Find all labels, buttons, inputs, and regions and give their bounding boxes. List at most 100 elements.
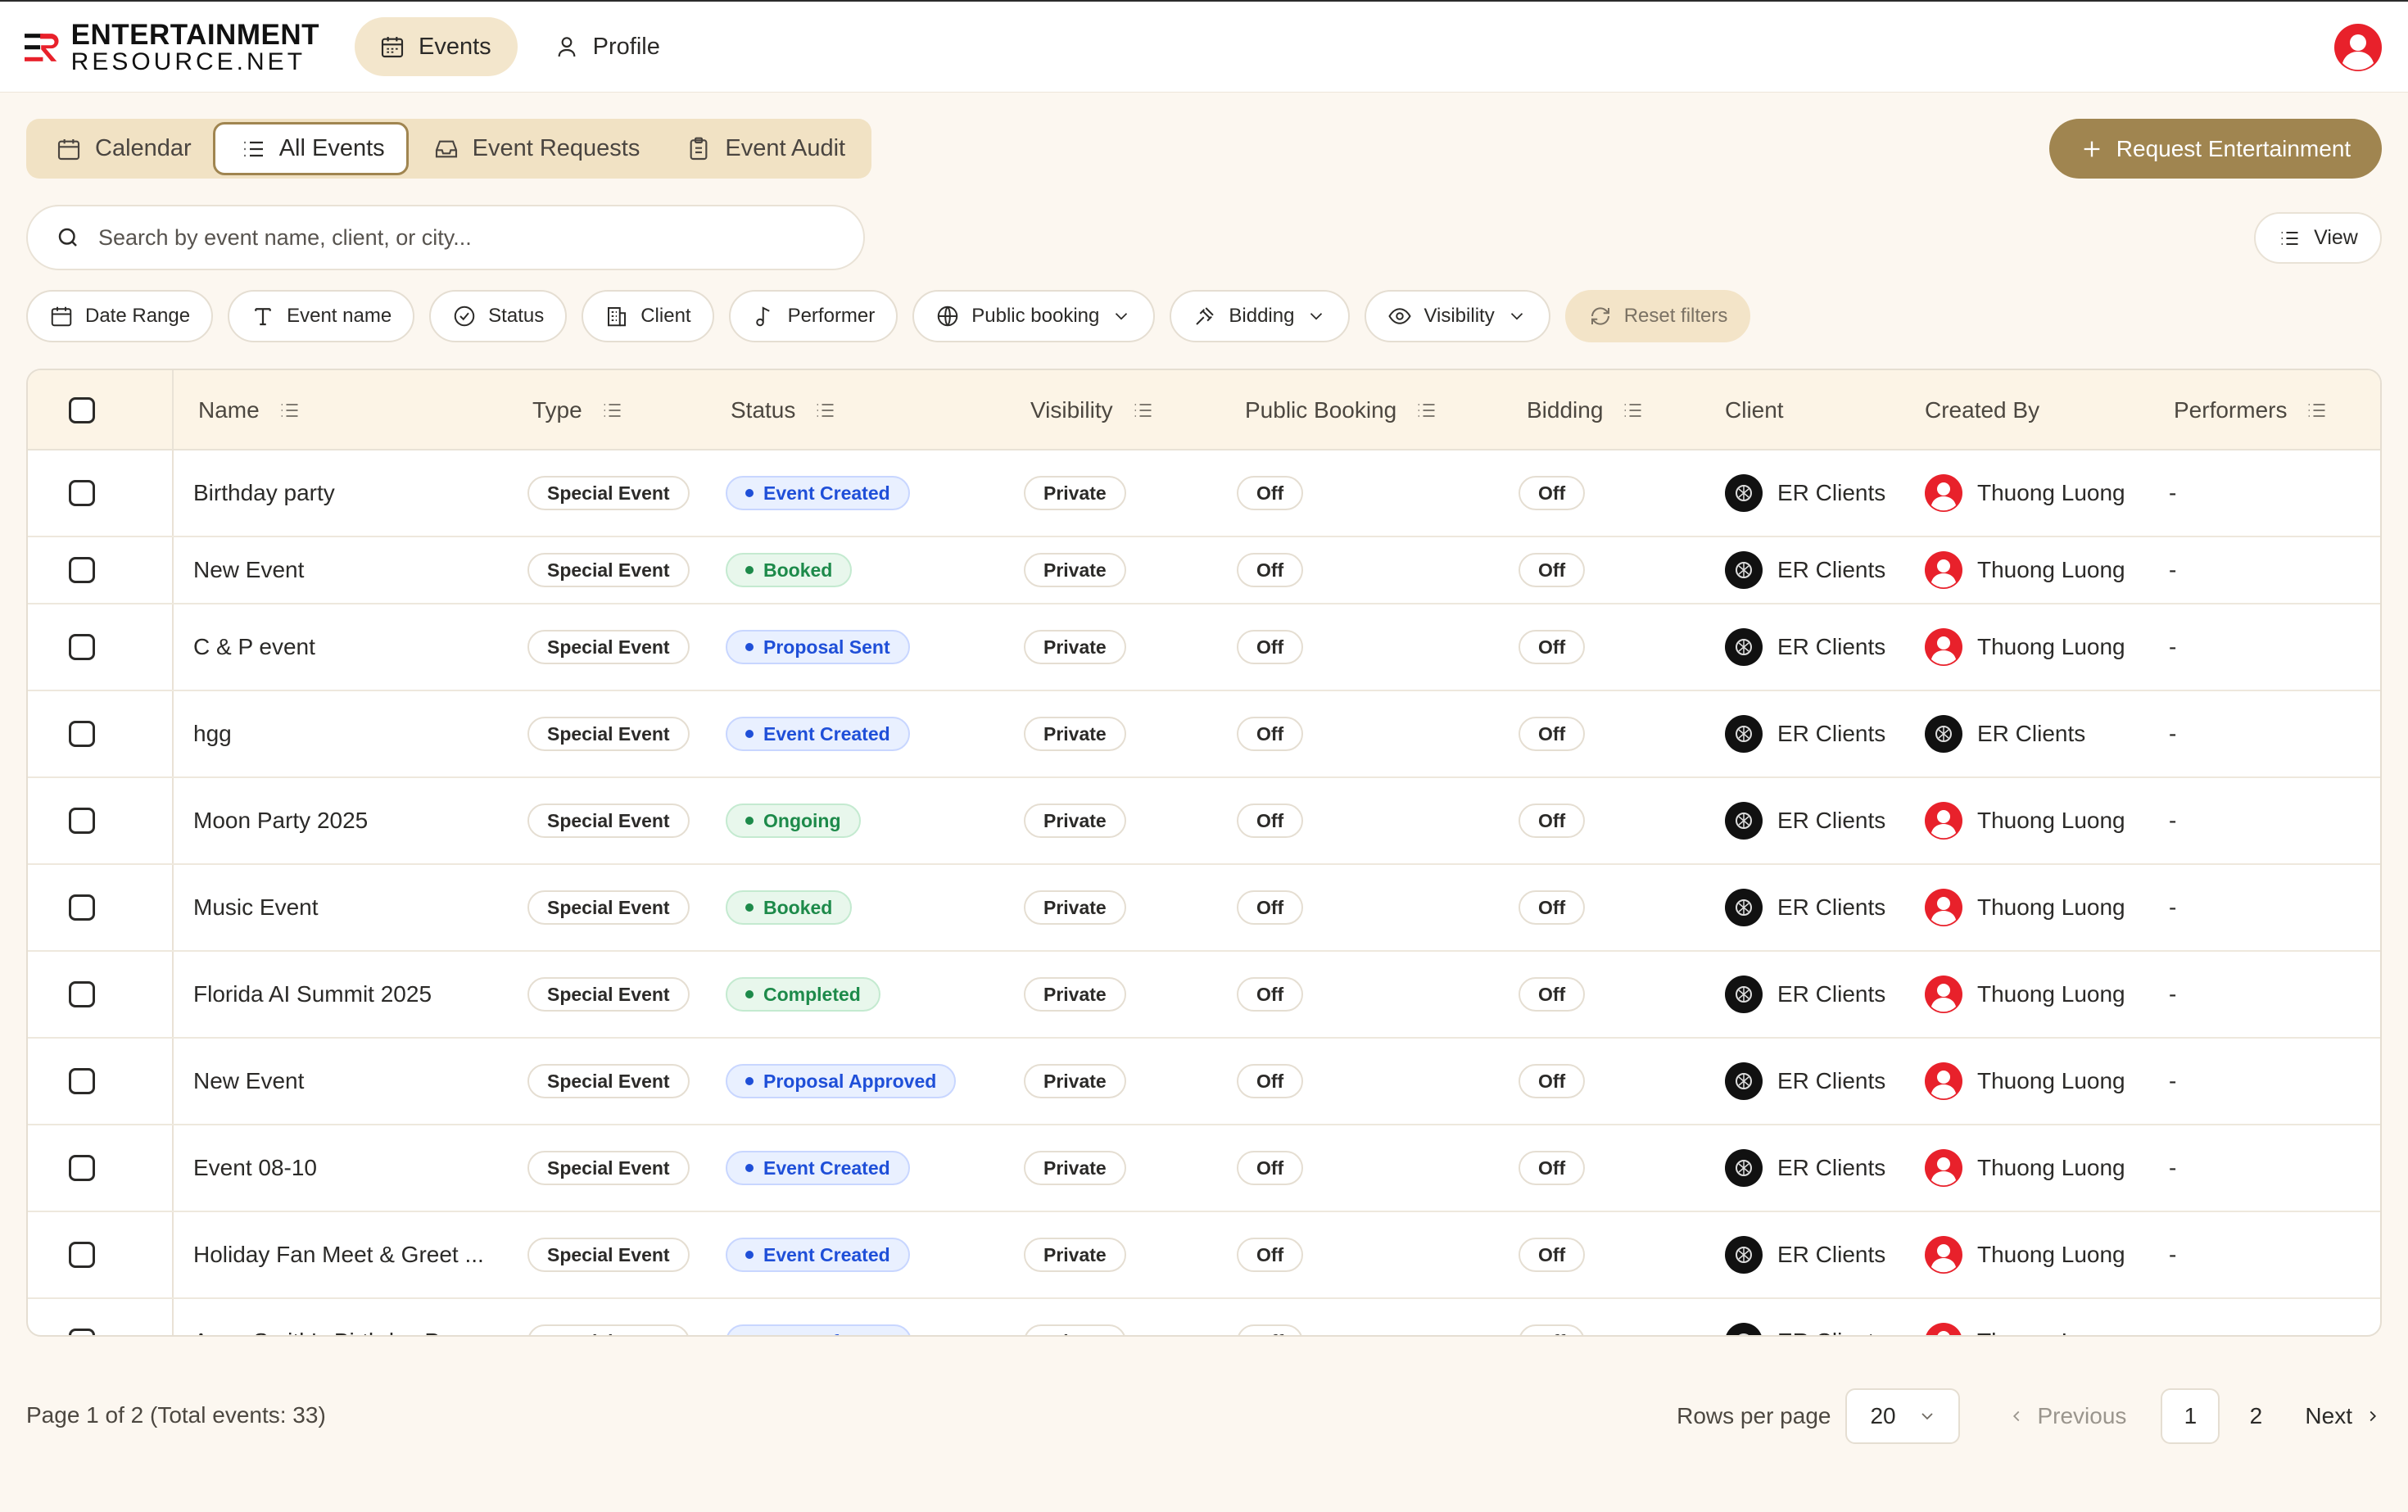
event-name[interactable]: New Event (193, 537, 304, 603)
column-menu-icon[interactable] (1414, 399, 1437, 422)
event-name[interactable]: Anna Smith's Birthday Par... (193, 1299, 478, 1335)
status-badge: Completed (726, 977, 880, 1012)
column-menu-icon[interactable] (278, 399, 301, 422)
column-header-client[interactable]: Client (1725, 370, 1784, 450)
client-name: ER Clients (1777, 721, 1886, 746)
row-checkbox[interactable] (69, 721, 95, 747)
table-row[interactable]: New Event Special Event Proposal Approved P… (28, 1039, 2380, 1125)
nav-events[interactable]: Events (355, 17, 518, 76)
table-row[interactable]: Event 08-10 Special Event Event Created Pri… (28, 1125, 2380, 1212)
tab-all-events[interactable]: All Events (212, 122, 409, 175)
status-dot (745, 1164, 754, 1172)
column-header-status[interactable]: Status (731, 370, 836, 450)
event-name[interactable]: Florida AI Summit 2025 (193, 952, 432, 1037)
performers-cell: - (2169, 1242, 2177, 1267)
filter-visibility[interactable]: Visibility (1365, 290, 1550, 342)
row-checkbox[interactable] (69, 557, 95, 583)
row-checkbox[interactable] (69, 1329, 95, 1335)
filter-bidding[interactable]: Bidding (1170, 290, 1351, 342)
table-row[interactable]: New Event Special Event Booked Private Off Of… (28, 537, 2380, 604)
table-row[interactable]: Anna Smith's Birthday Par... Special Even… (28, 1299, 2380, 1335)
column-header-name[interactable]: Name (198, 370, 301, 450)
search-input[interactable]: Search by event name, client, or city... (26, 205, 865, 270)
column-header-bidding[interactable]: Bidding (1527, 370, 1644, 450)
rows-per-page-select[interactable]: 20 (1845, 1388, 1961, 1444)
column-menu-icon[interactable] (813, 399, 836, 422)
column-header-public-booking[interactable]: Public Booking (1245, 370, 1437, 450)
visibility-cell: Private (1024, 537, 1126, 603)
public-booking-badge: Off (1237, 977, 1304, 1012)
column-menu-icon[interactable] (2305, 399, 2328, 422)
table-row[interactable]: Moon Party 2025 Special Event Ongoing Priva… (28, 778, 2380, 865)
public-booking-cell: Off (1237, 1039, 1304, 1124)
nav-profile[interactable]: Profile (529, 17, 686, 76)
column-header-visibility[interactable]: Visibility (1030, 370, 1154, 450)
table-row[interactable]: hgg Special Event Event Created Private Off O… (28, 691, 2380, 778)
next-page-button[interactable]: Next (2305, 1403, 2382, 1429)
filter-public-booking[interactable]: Public booking (912, 290, 1156, 342)
public-booking-cell: Off (1237, 1125, 1304, 1211)
column-header-label: Client (1725, 397, 1784, 423)
client-avatar (1726, 1323, 1762, 1335)
tab-event-audit[interactable]: Event Audit (661, 122, 867, 175)
column-header-performers[interactable]: Performers (2174, 370, 2328, 450)
row-checkbox[interactable] (69, 1242, 95, 1268)
column-header-type[interactable]: Type (532, 370, 623, 450)
column-menu-icon[interactable] (600, 399, 623, 422)
event-name[interactable]: hgg (193, 691, 232, 776)
event-name[interactable]: Event 08-10 (193, 1125, 317, 1211)
performers-cell: - (2169, 480, 2177, 505)
filter-status[interactable]: Status (429, 290, 568, 342)
client-avatar (1725, 976, 1763, 1013)
created-by-cell: Thuong Luong (1925, 450, 2125, 536)
tab-calendar[interactable]: Calendar (31, 122, 213, 175)
table-row[interactable]: Music Event Special Event Booked Private Off… (28, 865, 2380, 952)
column-header-created-by[interactable]: Created By (1925, 370, 2039, 450)
column-menu-icon[interactable] (1621, 399, 1644, 422)
row-checkbox[interactable] (69, 1068, 95, 1094)
view-button[interactable]: View (2254, 212, 2382, 264)
filter-event-name[interactable]: Event name (228, 290, 415, 342)
visibility-cell: Private (1024, 1212, 1126, 1297)
user-avatar[interactable] (2334, 24, 2382, 71)
column-menu-icon[interactable] (1131, 399, 1154, 422)
previous-page-button[interactable]: Previous (2007, 1403, 2126, 1429)
bidding-badge: Off (1519, 553, 1586, 587)
reset-filters-button[interactable]: Reset filters (1564, 290, 1751, 342)
table-row[interactable]: Florida AI Summit 2025 Special Event Compl… (28, 952, 2380, 1039)
public-booking-cell: Off (1237, 952, 1304, 1037)
row-checkbox[interactable] (69, 1155, 95, 1181)
row-checkbox[interactable] (69, 894, 95, 921)
table-row[interactable]: Holiday Fan Meet & Greet ... Special Even… (28, 1212, 2380, 1299)
tab-calendar-label: Calendar (95, 135, 192, 161)
request-entertainment-button[interactable]: Request Entertainment (2049, 119, 2382, 179)
filter-client[interactable]: Client (582, 290, 714, 342)
event-name[interactable]: Music Event (193, 865, 319, 950)
filter-performer[interactable]: Performer (728, 290, 898, 342)
event-name[interactable]: Holiday Fan Meet & Greet ... (193, 1212, 484, 1297)
event-name[interactable]: Birthday party (193, 450, 335, 536)
view-button-label: View (2314, 226, 2358, 249)
check-circle-icon (454, 306, 475, 327)
row-checkbox[interactable] (69, 634, 95, 660)
pagination-summary: Page 1 of 2 (Total events: 33) (26, 1402, 326, 1428)
visibility-badge: Private (1024, 630, 1126, 664)
table-row[interactable]: C & P event Special Event Proposal Sent Pri… (28, 604, 2380, 691)
page-button-1[interactable]: 1 (2161, 1388, 2220, 1444)
filter-date-range[interactable]: Date Range (26, 290, 214, 342)
select-all-checkbox[interactable] (69, 397, 95, 423)
table-row[interactable]: Birthday party Special Event Event Created… (28, 450, 2380, 537)
event-name[interactable]: Moon Party 2025 (193, 778, 368, 863)
row-checkbox[interactable] (69, 981, 95, 1007)
pagination: Rows per page 20 Previous 1 2 Next (1677, 1388, 2382, 1444)
event-name[interactable]: New Event (193, 1039, 304, 1124)
brand-logo[interactable]: ENTERTAINMENT RESOURCE.NET (25, 20, 319, 75)
row-checkbox[interactable] (69, 808, 95, 834)
row-checkbox[interactable] (69, 480, 95, 506)
page-button-2[interactable]: 2 (2226, 1388, 2285, 1444)
status-cell: Event Created (726, 691, 910, 776)
bidding-cell: Off (1519, 1212, 1586, 1297)
event-name[interactable]: C & P event (193, 604, 315, 690)
tab-event-requests[interactable]: Event Requests (409, 122, 662, 175)
user-avatar (1925, 1062, 1962, 1100)
